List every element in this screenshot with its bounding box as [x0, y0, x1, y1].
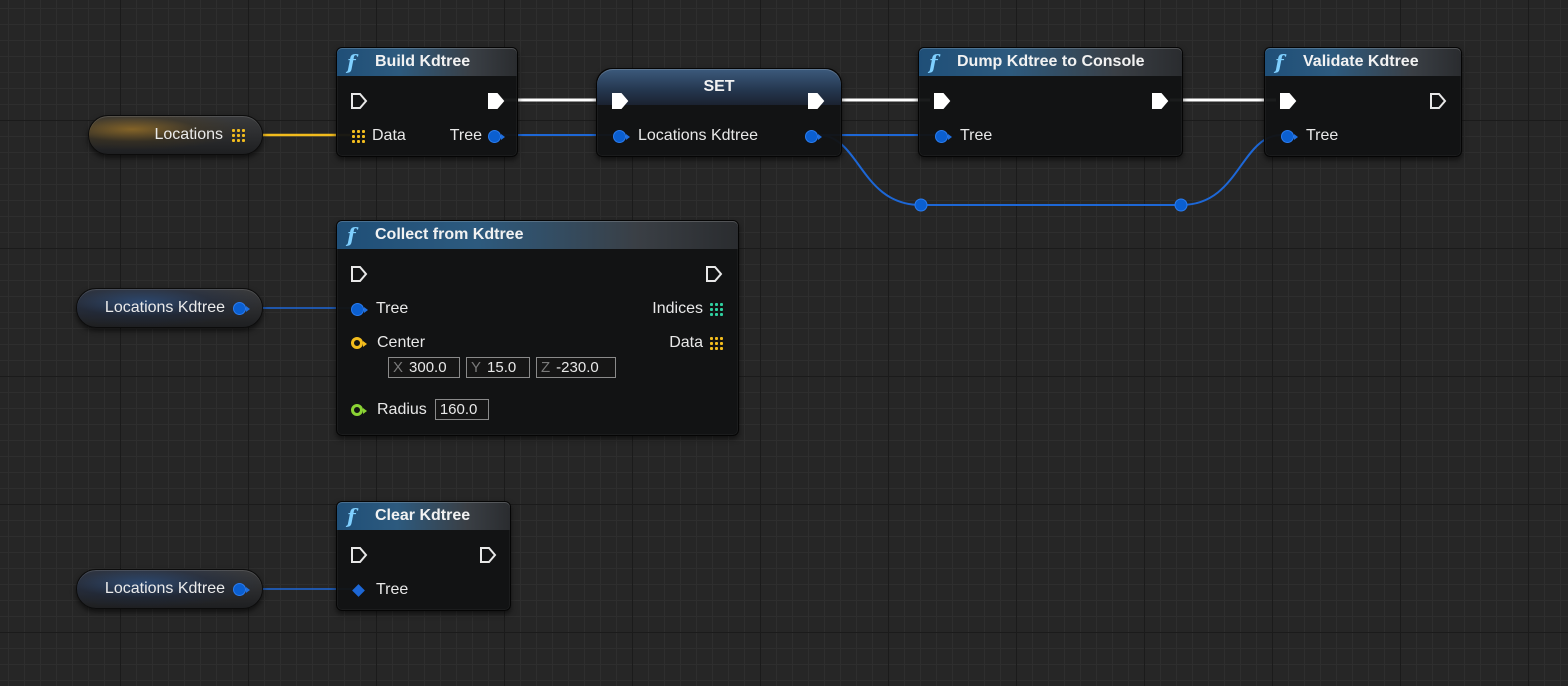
set-variable-node[interactable]: SET Locations Kdtree [596, 68, 842, 157]
reroute-node-2 [1174, 198, 1188, 212]
data-output-row: Data [669, 334, 724, 352]
exec-in-pin-icon[interactable] [1279, 92, 1297, 110]
array-pin-icon[interactable] [231, 127, 246, 143]
function-icon: f [1275, 50, 1284, 74]
reference-pin-icon[interactable] [352, 583, 365, 597]
vector-pin-icon[interactable] [351, 337, 367, 349]
validate-kdtree-header[interactable]: f Validate Kdtree [1265, 48, 1461, 76]
indices-output-label: Indices [652, 300, 703, 317]
array-pin-icon[interactable] [351, 128, 366, 144]
tree-input-row: Tree [351, 581, 408, 599]
clear-kdtree-node[interactable]: f Clear Kdtree Tree [336, 501, 511, 611]
tree-input-row: Tree [1281, 127, 1338, 145]
clear-kdtree-title: Clear Kdtree [375, 507, 471, 524]
locations-kdtree-input-label: Locations Kdtree [638, 127, 759, 144]
locations-kdtree-variable-node[interactable]: Locations Kdtree [76, 569, 263, 609]
exec-out-pin-icon[interactable] [705, 265, 723, 283]
center-z-value: -230.0 [556, 359, 599, 376]
validate-kdtree-node[interactable]: f Validate Kdtree Tree [1264, 47, 1462, 157]
locations-variable-label: Locations [154, 126, 224, 143]
center-z-field[interactable]: Z -230.0 [536, 357, 616, 378]
function-icon: f [929, 50, 938, 74]
set-title: SET [703, 78, 735, 95]
exec-in-pin-icon[interactable] [350, 265, 368, 283]
exec-in-pin-icon[interactable] [350, 546, 368, 564]
center-vector-field: X 300.0 Y 15.0 Z -230.0 [388, 357, 616, 378]
locations-kdtree-variable-node[interactable]: Locations Kdtree [76, 288, 263, 328]
exec-out-pin-icon[interactable] [1429, 92, 1447, 110]
object-pin-icon[interactable] [233, 582, 250, 596]
validate-kdtree-title: Validate Kdtree [1303, 53, 1419, 70]
exec-in-pin-icon[interactable] [611, 92, 629, 110]
build-kdtree-header[interactable]: f Build Kdtree [337, 48, 517, 76]
exec-out-pin-icon[interactable] [487, 92, 505, 110]
object-out-pin-icon[interactable] [805, 130, 822, 143]
clear-kdtree-header[interactable]: f Clear Kdtree [337, 502, 510, 530]
tree-output-row: Tree [449, 127, 505, 145]
float-pin-icon[interactable] [351, 403, 367, 416]
locations-kdtree-variable-label: Locations Kdtree [104, 580, 225, 597]
indices-output-row: Indices [652, 300, 724, 318]
set-header[interactable]: SET [597, 69, 841, 105]
tree-input-row: Tree [351, 300, 408, 318]
data-input-row: Data [351, 127, 406, 145]
exec-out-pin-icon[interactable] [479, 546, 497, 564]
object-pin-icon[interactable] [935, 129, 952, 143]
center-y-field[interactable]: Y 15.0 [466, 357, 530, 378]
radius-value: 160.0 [439, 401, 478, 418]
array-pin-icon[interactable] [709, 335, 724, 351]
exec-in-pin-icon[interactable] [350, 92, 368, 110]
object-pin-icon[interactable] [613, 129, 630, 143]
tree-output-label: Tree [449, 127, 482, 144]
collect-from-kdtree-title: Collect from Kdtree [375, 226, 524, 243]
function-icon: f [347, 504, 356, 528]
exec-in-pin-icon[interactable] [933, 92, 951, 110]
tree-input-row: Tree [935, 127, 992, 145]
array-pin-icon[interactable] [709, 301, 724, 317]
center-y-value: 15.0 [487, 359, 517, 376]
function-icon: f [347, 223, 356, 247]
dump-kdtree-title: Dump Kdtree to Console [957, 53, 1145, 70]
radius-field[interactable]: 160.0 [434, 399, 489, 420]
tree-input-label: Tree [376, 300, 409, 317]
object-pin-icon[interactable] [351, 302, 368, 316]
tree-input-label: Tree [1306, 127, 1339, 144]
exec-out-pin-icon[interactable] [1151, 92, 1169, 110]
collect-from-kdtree-node[interactable]: f Collect from Kdtree Tree Indices Cente… [336, 220, 739, 436]
dump-kdtree-header[interactable]: f Dump Kdtree to Console [919, 48, 1182, 76]
data-input-label: Data [372, 127, 406, 144]
center-input-row: Center [351, 334, 425, 352]
exec-out-pin-icon[interactable] [807, 92, 825, 110]
object-pin-icon[interactable] [488, 129, 505, 143]
collect-from-kdtree-header[interactable]: f Collect from Kdtree [337, 221, 738, 249]
locations-variable-node[interactable]: Locations [88, 115, 263, 155]
dump-kdtree-node[interactable]: f Dump Kdtree to Console Tree [918, 47, 1183, 157]
data-output-label: Data [669, 334, 703, 351]
locations-kdtree-variable-label: Locations Kdtree [104, 299, 225, 316]
object-pin-icon[interactable] [1281, 129, 1298, 143]
build-kdtree-node[interactable]: f Build Kdtree Data Tree [336, 47, 518, 157]
locations-kdtree-input-row: Locations Kdtree [613, 127, 758, 145]
tree-input-label: Tree [376, 581, 409, 598]
tree-input-label: Tree [960, 127, 993, 144]
radius-input-label: Radius [377, 400, 427, 418]
function-icon: f [347, 50, 356, 74]
reroute-node-1 [914, 198, 928, 212]
build-kdtree-title: Build Kdtree [375, 53, 471, 70]
object-pin-icon[interactable] [233, 301, 250, 315]
radius-input-row: Radius 160.0 [351, 399, 489, 420]
center-input-label: Center [377, 334, 426, 351]
center-x-field[interactable]: X 300.0 [388, 357, 460, 378]
center-x-value: 300.0 [409, 359, 447, 376]
